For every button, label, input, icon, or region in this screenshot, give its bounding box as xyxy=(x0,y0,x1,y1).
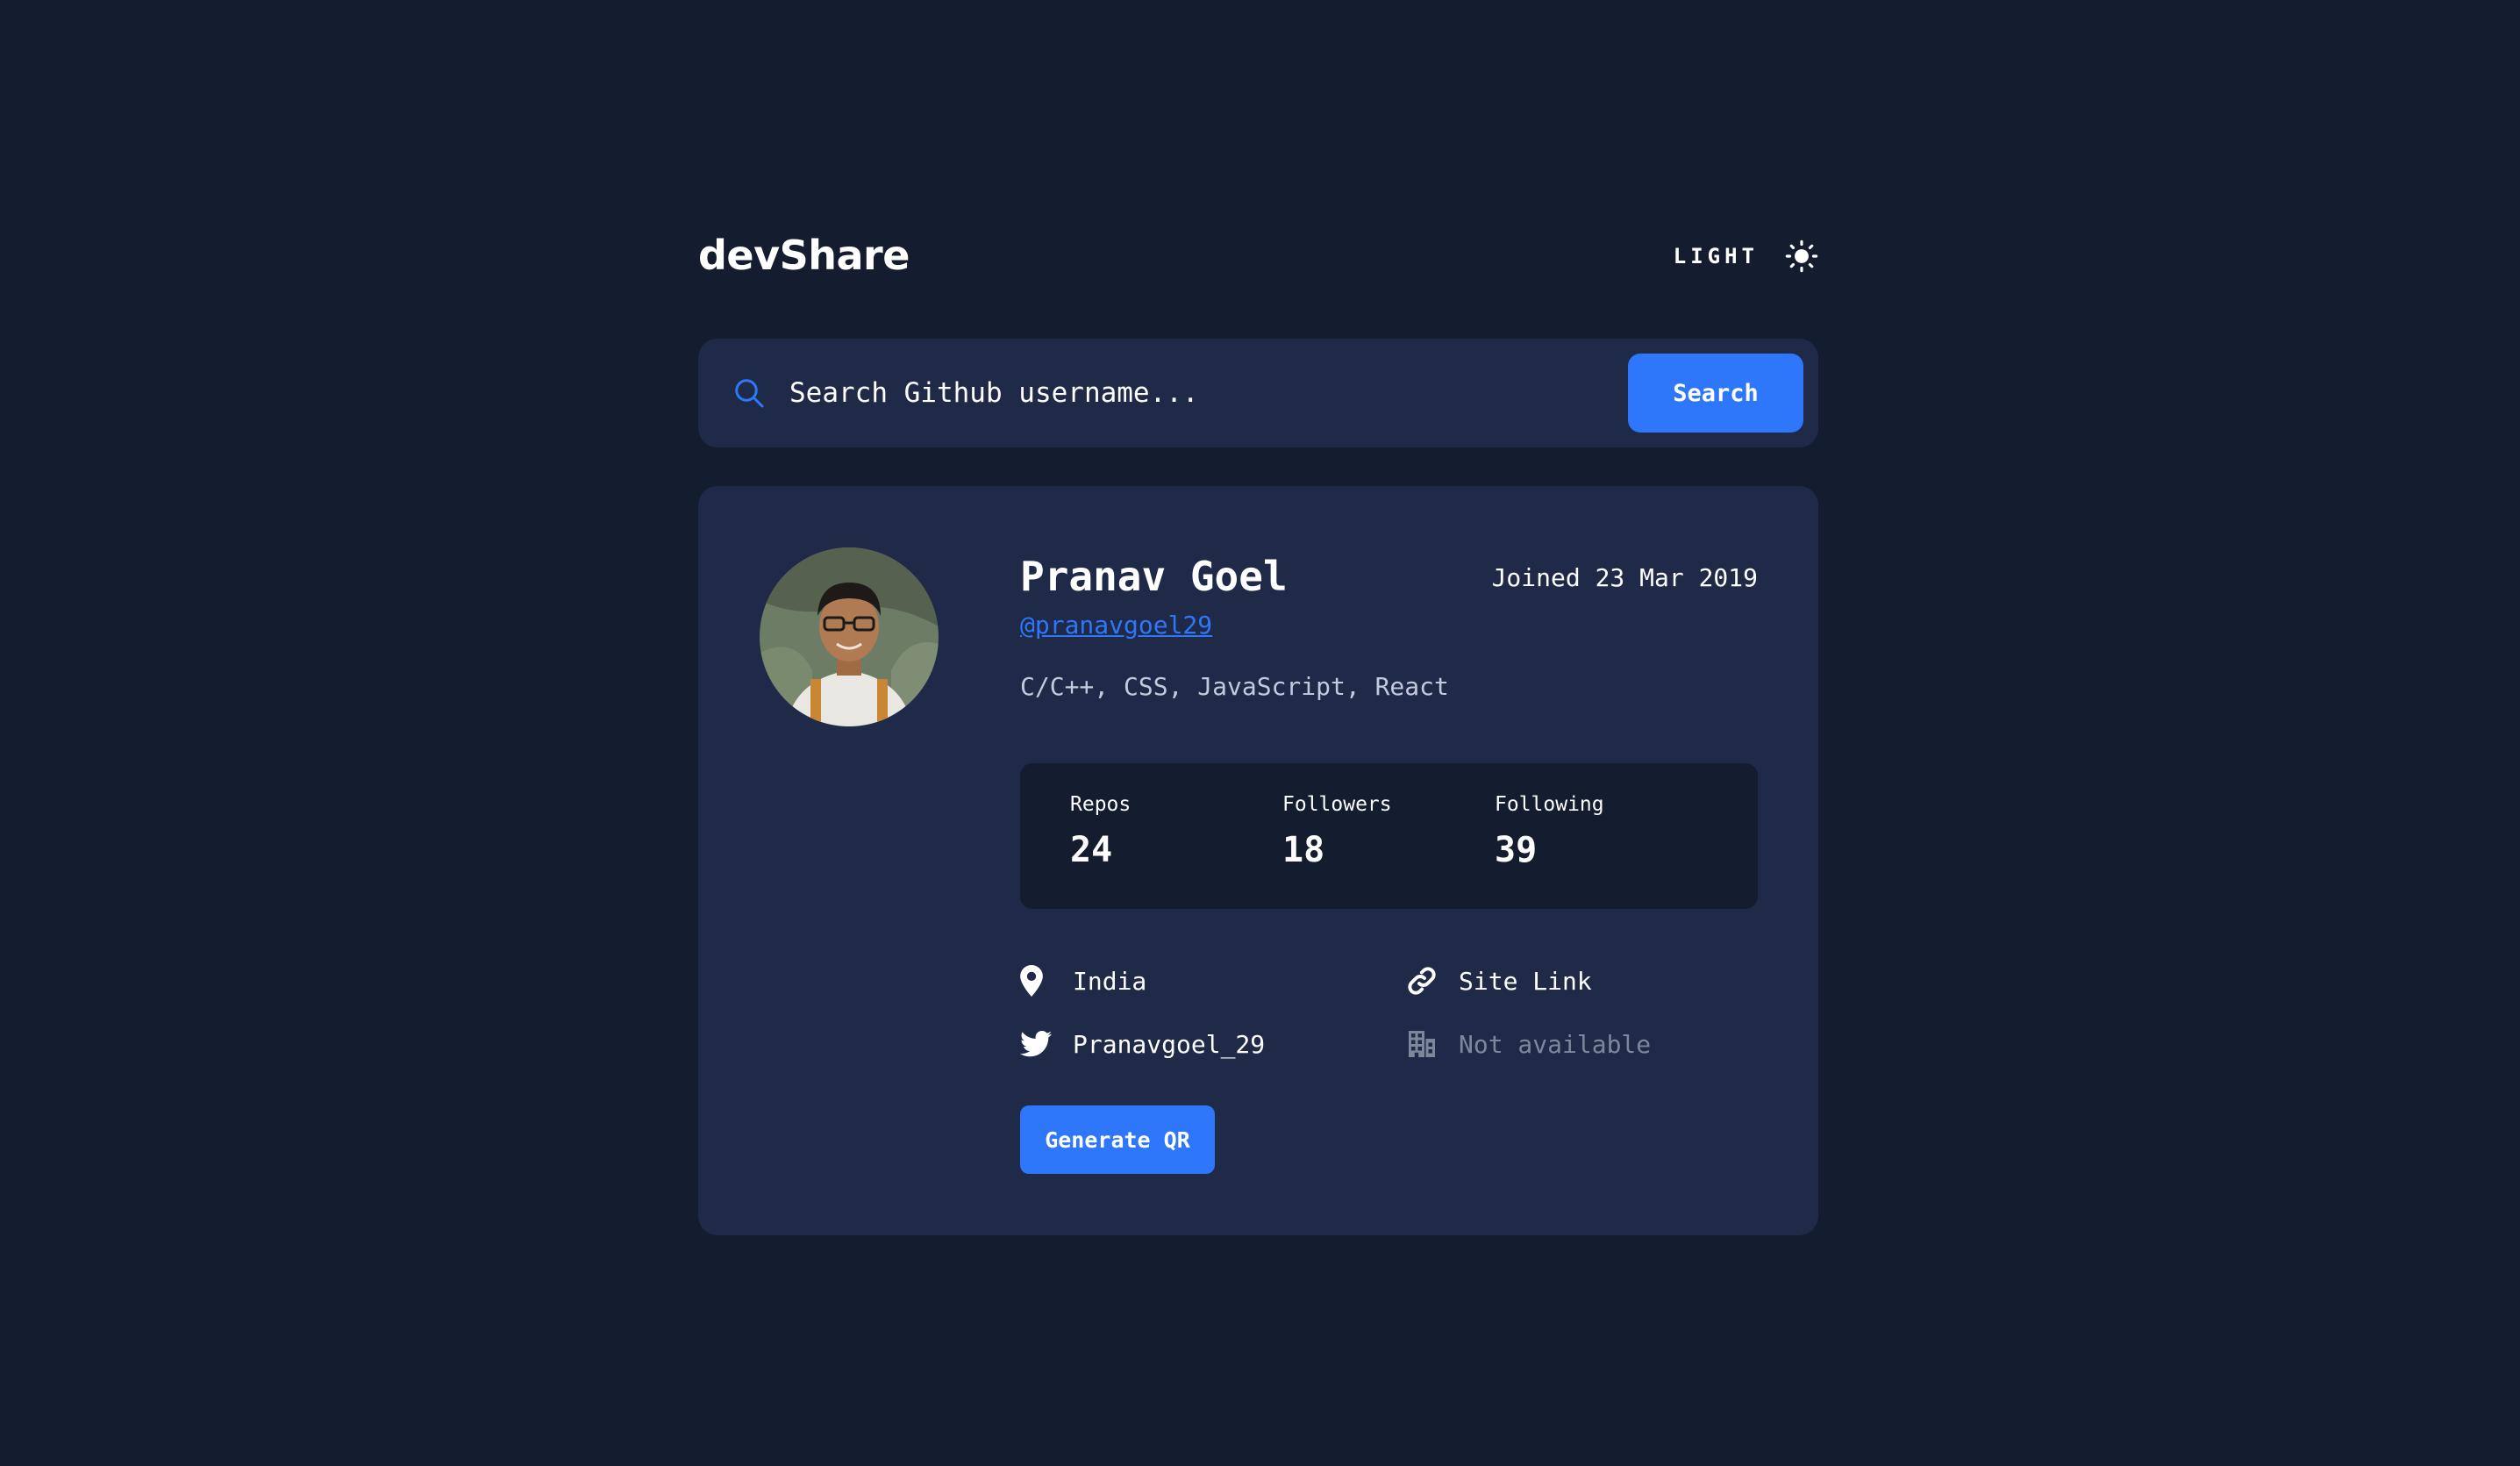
stat-value: 18 xyxy=(1282,830,1325,870)
website-text[interactable]: Site Link xyxy=(1459,967,1592,996)
stat-label: Followers xyxy=(1282,793,1392,816)
theme-toggle-button[interactable]: LIGHT xyxy=(1674,232,1818,281)
twitter-icon xyxy=(1020,1026,1055,1062)
location-item: India xyxy=(1020,960,1146,1002)
stat-label: Following xyxy=(1495,793,1604,816)
search-icon xyxy=(735,379,764,408)
location-pin-icon xyxy=(1020,963,1055,998)
app-logo: devShare xyxy=(698,232,910,279)
header: devShare LIGHT xyxy=(698,211,1818,302)
search-button[interactable]: Search xyxy=(1628,354,1803,433)
sun-icon xyxy=(1785,240,1818,273)
profile-name: Pranav Goel xyxy=(1020,553,1288,600)
joined-date: Joined 23 Mar 2019 xyxy=(1491,563,1758,592)
profile-username-link[interactable]: @pranavgoel29 xyxy=(1020,611,1212,640)
website-item[interactable]: Site Link xyxy=(1406,960,1592,1002)
company-text: Not available xyxy=(1459,1029,1652,1059)
generate-qr-button[interactable]: Generate QR xyxy=(1020,1105,1215,1174)
profile-avatar xyxy=(760,547,939,726)
app-container: devShare LIGHT Search Github username...… xyxy=(698,211,1818,1235)
stat-followers: Followers 18 xyxy=(1282,793,1392,870)
stat-value: 24 xyxy=(1070,830,1113,870)
link-icon xyxy=(1406,963,1441,998)
twitter-text: Pranavgoel_29 xyxy=(1073,1029,1266,1059)
profile-bio: C/C++, CSS, JavaScript, React xyxy=(1020,672,1449,701)
profile-card: Pranav Goel Joined 23 Mar 2019 @pranavgo… xyxy=(698,486,1818,1235)
stat-value: 39 xyxy=(1495,830,1538,870)
stat-label: Repos xyxy=(1070,793,1132,816)
stat-repos: Repos 24 xyxy=(1070,793,1131,870)
search-bar: Search xyxy=(698,339,1818,447)
search-input[interactable] xyxy=(789,365,1421,421)
location-text: India xyxy=(1073,966,1147,996)
building-icon xyxy=(1406,1026,1441,1062)
stats-panel: Repos 24 Followers 18 Following 39 xyxy=(1020,763,1758,909)
company-item: Not available xyxy=(1406,1023,1651,1065)
twitter-item: Pranavgoel_29 xyxy=(1020,1023,1265,1065)
theme-toggle-label: LIGHT xyxy=(1673,244,1759,268)
stat-following: Following 39 xyxy=(1495,793,1604,870)
